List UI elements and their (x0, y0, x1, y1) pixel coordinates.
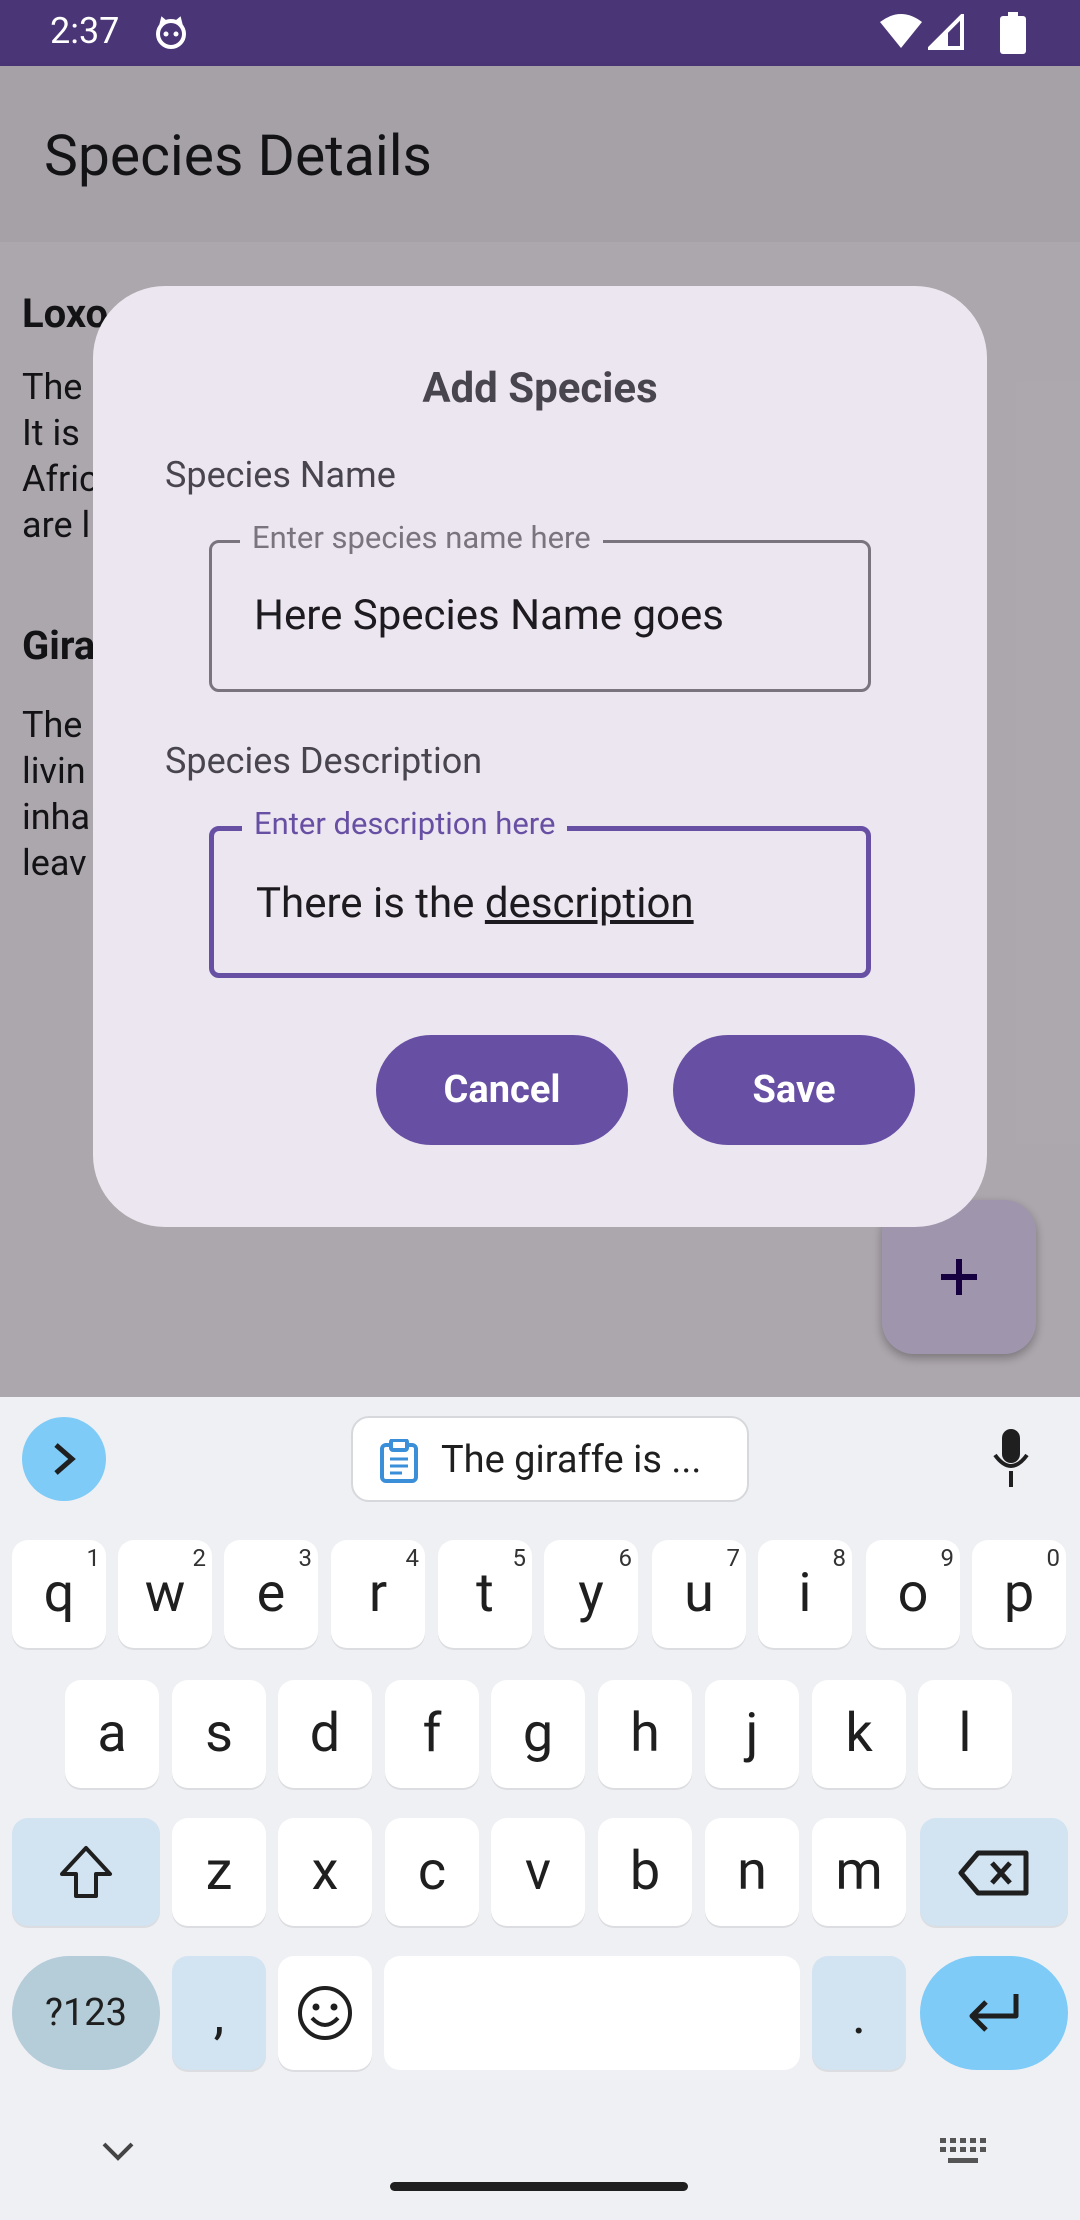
key-h[interactable]: h (598, 1680, 692, 1788)
key-t[interactable]: t5 (438, 1540, 532, 1648)
hide-keyboard-icon[interactable] (100, 2140, 136, 2162)
key-label: j (745, 1702, 759, 1765)
key-hint: 7 (726, 1544, 741, 1572)
key-label: h (630, 1702, 660, 1765)
emoji-key[interactable] (278, 1956, 372, 2070)
key-label: l (958, 1702, 972, 1765)
key-hint: 2 (192, 1544, 207, 1572)
shift-icon (60, 1846, 112, 1898)
enter-key[interactable] (920, 1956, 1068, 2070)
status-time: 2:37 (50, 10, 120, 52)
soft-keyboard: The giraffe is ... (0, 1397, 1080, 2220)
emoji-icon (298, 1986, 352, 2040)
period-key[interactable]: . (812, 1956, 906, 2070)
key-v[interactable]: v (491, 1818, 585, 1926)
add-species-dialog: Add Species Species Name Enter species n… (93, 286, 987, 1227)
chevron-right-icon (54, 1443, 76, 1475)
home-gesture-bar[interactable] (390, 2182, 688, 2191)
keyboard-switcher-icon[interactable] (940, 2138, 986, 2166)
key-label: , (213, 1984, 225, 2047)
key-label: v (524, 1840, 552, 1903)
species-name-label: Species Name (165, 454, 396, 496)
backspace-icon (958, 1850, 1029, 1896)
key-hint: 3 (298, 1544, 313, 1572)
key-a[interactable]: a (65, 1680, 159, 1788)
clipboard-suggestion[interactable]: The giraffe is ... (351, 1416, 749, 1502)
key-u[interactable]: u7 (652, 1540, 746, 1648)
enter-icon (969, 1994, 1019, 2032)
key-label: . (851, 1984, 867, 2047)
key-hint: 5 (512, 1544, 527, 1572)
key-f[interactable]: f (385, 1680, 479, 1788)
key-label: x (311, 1840, 339, 1903)
shift-key[interactable] (12, 1818, 160, 1926)
key-label: k (845, 1702, 873, 1765)
species-name-value: Here Species Name goes (254, 591, 724, 640)
keyboard-expand-button[interactable] (22, 1417, 106, 1501)
key-x[interactable]: x (278, 1818, 372, 1926)
species-name-field[interactable]: Enter species name here Here Species Nam… (209, 519, 871, 692)
key-label: a (97, 1702, 127, 1765)
description-composing-word: description (484, 879, 694, 928)
species-description-field[interactable]: Enter description here There is the desc… (209, 805, 871, 978)
key-i[interactable]: i8 (758, 1540, 852, 1648)
key-label: g (522, 1702, 554, 1765)
key-j[interactable]: j (705, 1680, 799, 1788)
backspace-key[interactable] (920, 1818, 1068, 1926)
key-hint: 4 (405, 1544, 420, 1572)
battery-icon (1000, 12, 1026, 54)
species-description-placeholder: Enter description here (242, 805, 568, 842)
key-y[interactable]: y6 (544, 1540, 638, 1648)
key-hint: 1 (86, 1544, 101, 1572)
signal-icon (928, 14, 964, 50)
status-bar: 2:37 (0, 0, 1080, 66)
species-description-label: Species Description (165, 740, 483, 782)
cat-icon (156, 16, 186, 49)
key-z[interactable]: z (172, 1818, 266, 1926)
microphone-icon[interactable] (993, 1429, 1029, 1487)
key-e[interactable]: e3 (224, 1540, 318, 1648)
key-k[interactable]: k (812, 1680, 906, 1788)
symbols-key[interactable]: ?123 (12, 1956, 160, 2070)
key-g[interactable]: g (491, 1680, 585, 1788)
key-hint: 9 (940, 1544, 955, 1572)
key-label: s (205, 1702, 233, 1765)
key-m[interactable]: m (812, 1818, 906, 1926)
key-hint: 6 (618, 1544, 633, 1572)
key-c[interactable]: c (385, 1818, 479, 1926)
comma-key[interactable]: , (172, 1956, 266, 2070)
key-d[interactable]: d (278, 1680, 372, 1788)
key-label: c (417, 1840, 447, 1903)
key-label: m (835, 1840, 883, 1903)
key-hint: 8 (832, 1544, 847, 1572)
key-hint: 0 (1046, 1544, 1061, 1572)
key-s[interactable]: s (172, 1680, 266, 1788)
clipboard-icon (380, 1439, 418, 1483)
key-label: z (205, 1840, 233, 1903)
cancel-button[interactable]: Cancel (376, 1035, 628, 1145)
key-w[interactable]: w2 (118, 1540, 212, 1648)
clipboard-text: The giraffe is ... (441, 1438, 702, 1482)
key-b[interactable]: b (598, 1818, 692, 1926)
wifi-icon (880, 14, 922, 48)
key-r[interactable]: r4 (331, 1540, 425, 1648)
dialog-title: Add Species (422, 364, 658, 413)
key-label: n (737, 1840, 767, 1903)
key-q[interactable]: q1 (12, 1540, 106, 1648)
key-l[interactable]: l (918, 1680, 1012, 1788)
key-label: b (629, 1840, 661, 1903)
species-name-placeholder: Enter species name here (240, 519, 603, 556)
save-button[interactable]: Save (673, 1035, 915, 1145)
key-n[interactable]: n (705, 1818, 799, 1926)
key-label: d (309, 1702, 341, 1765)
key-p[interactable]: p0 (972, 1540, 1066, 1648)
space-key[interactable] (384, 1956, 800, 2070)
description-text: There is the (256, 879, 485, 928)
key-label: f (422, 1702, 442, 1765)
key-o[interactable]: o9 (866, 1540, 960, 1648)
species-description-value: There is the description (256, 879, 694, 928)
